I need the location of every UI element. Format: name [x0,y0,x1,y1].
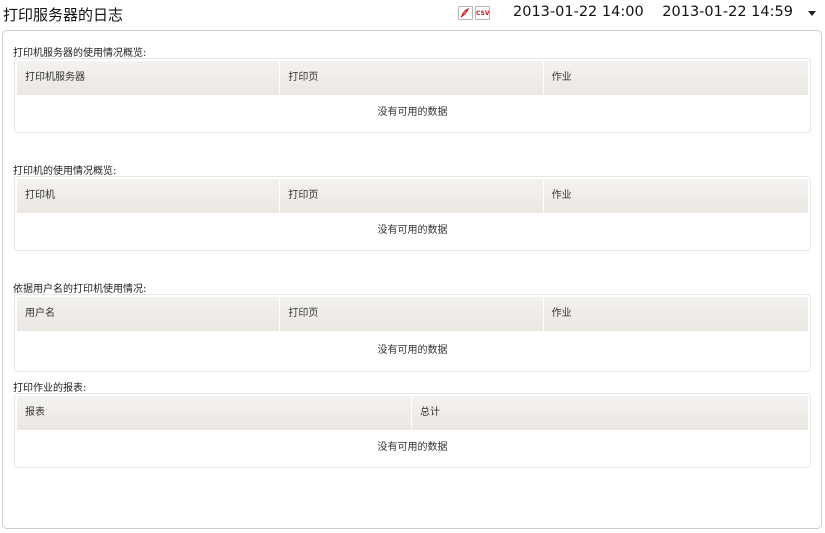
column-header[interactable]: 打印页 [280,61,544,95]
section-title-printer-usage: 打印机的使用情况概览: [13,166,117,177]
table-header: 打印机服务器 打印页 作业 [17,61,808,95]
column-header[interactable]: 用户名 [17,297,281,331]
table-header: 用户名 打印页 作业 [17,297,808,331]
chevron-down-icon[interactable] [808,11,816,16]
header-bar: 打印服务器的日志 CSV 2013-01-22 14:00 2013-01-22… [0,0,825,28]
column-header[interactable]: 打印页 [280,179,544,213]
start-datetime: 2013-01-22 14:00 [513,4,644,20]
csv-export-icon[interactable]: CSV [475,6,490,20]
column-header[interactable]: 打印机 [17,179,281,213]
export-buttons: CSV [458,6,490,20]
table-header: 报表 总计 [17,396,808,430]
column-header[interactable]: 作业 [544,61,808,95]
table-printer-usage: 打印机 打印页 作业 没有可用的数据 [14,176,811,251]
table-job-report: 报表 总计 没有可用的数据 [14,393,811,468]
table-user-usage: 用户名 打印页 作业 没有可用的数据 [14,294,811,372]
empty-message: 没有可用的数据 [377,225,448,236]
empty-message: 没有可用的数据 [377,345,448,356]
pdf-icon [460,7,470,18]
table-header: 打印机 打印页 作业 [17,179,808,213]
empty-message: 没有可用的数据 [377,107,448,118]
section-title-print-server-usage: 打印机服务器的使用情况概览: [13,48,147,59]
table-print-server-usage: 打印机服务器 打印页 作业 没有可用的数据 [14,58,811,133]
section-title-user-usage: 依据用户名的打印机使用情况: [13,284,147,295]
column-header[interactable]: 打印页 [280,297,544,331]
page-title: 打印服务器的日志 [3,6,124,24]
pdf-export-icon[interactable] [458,6,473,20]
column-header[interactable]: 打印机服务器 [17,61,281,95]
end-datetime: 2013-01-22 14:59 [662,4,793,20]
section-title-job-report: 打印作业的报表: [13,383,87,394]
column-header[interactable]: 作业 [544,297,808,331]
date-range-selector[interactable]: 2013-01-22 14:00 2013-01-22 14:59 [513,4,793,20]
column-header[interactable]: 作业 [544,179,808,213]
column-header[interactable]: 报表 [17,396,412,430]
empty-message: 没有可用的数据 [377,442,448,453]
column-header[interactable]: 总计 [412,396,808,430]
